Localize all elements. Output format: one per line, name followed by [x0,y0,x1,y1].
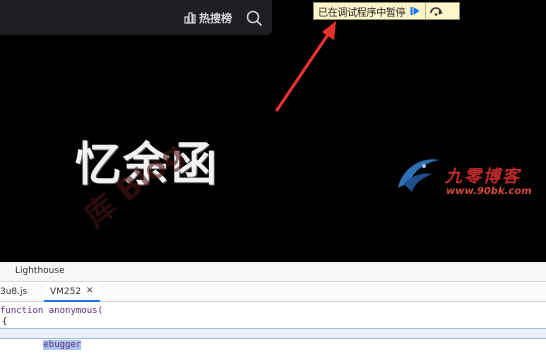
file-tab-label: VM252 [50,287,82,297]
paused-status-text: 已在调试程序中暂停 [318,7,406,19]
search-icon[interactable] [245,9,263,27]
code-line: { [2,317,8,327]
source-file-tabs: 3u8.js VM252 ✕ [0,283,546,302]
screenshot: 热搜榜 已在调试程序中暂停 忆余函 库 Blog 九零博客 www.90bk.c… [0,0,546,357]
post-title: 忆余函 [75,137,219,191]
site-header: 热搜榜 [0,0,272,35]
web-page: 热搜榜 已在调试程序中暂停 忆余函 库 Blog 九零博客 www.90bk.c… [0,0,546,262]
blog-logo-icon [398,159,440,192]
file-tab-active[interactable]: VM252 ✕ [44,283,100,302]
resume-button[interactable] [408,3,422,19]
devtools-panel: Lighthouse 3u8.js VM252 ✕ function anony… [0,262,546,357]
blog-logo-url: www.90bk.com [446,186,532,197]
paused-in-debugger-bar: 已在调试程序中暂停 [313,2,460,20]
hot-rank-link[interactable]: 热搜榜 [184,10,232,26]
step-over-button[interactable] [425,3,443,19]
code-line: function anonymous( [0,306,103,316]
paused-statement: ebugger [43,340,82,350]
devtools-panel-tabs: Lighthouse [0,262,546,282]
tab-lighthouse[interactable]: Lighthouse [15,266,65,276]
resume-icon [410,7,420,15]
file-tab[interactable]: 3u8.js [0,287,27,297]
step-over-icon [430,7,443,16]
close-icon[interactable]: ✕ [86,286,94,296]
hot-rank-label: 热搜榜 [199,12,232,25]
blog-logo-name: 九零博客 [445,167,521,187]
hot-rank-icon [184,12,196,24]
code-line-paused: ebugger [0,328,546,350]
